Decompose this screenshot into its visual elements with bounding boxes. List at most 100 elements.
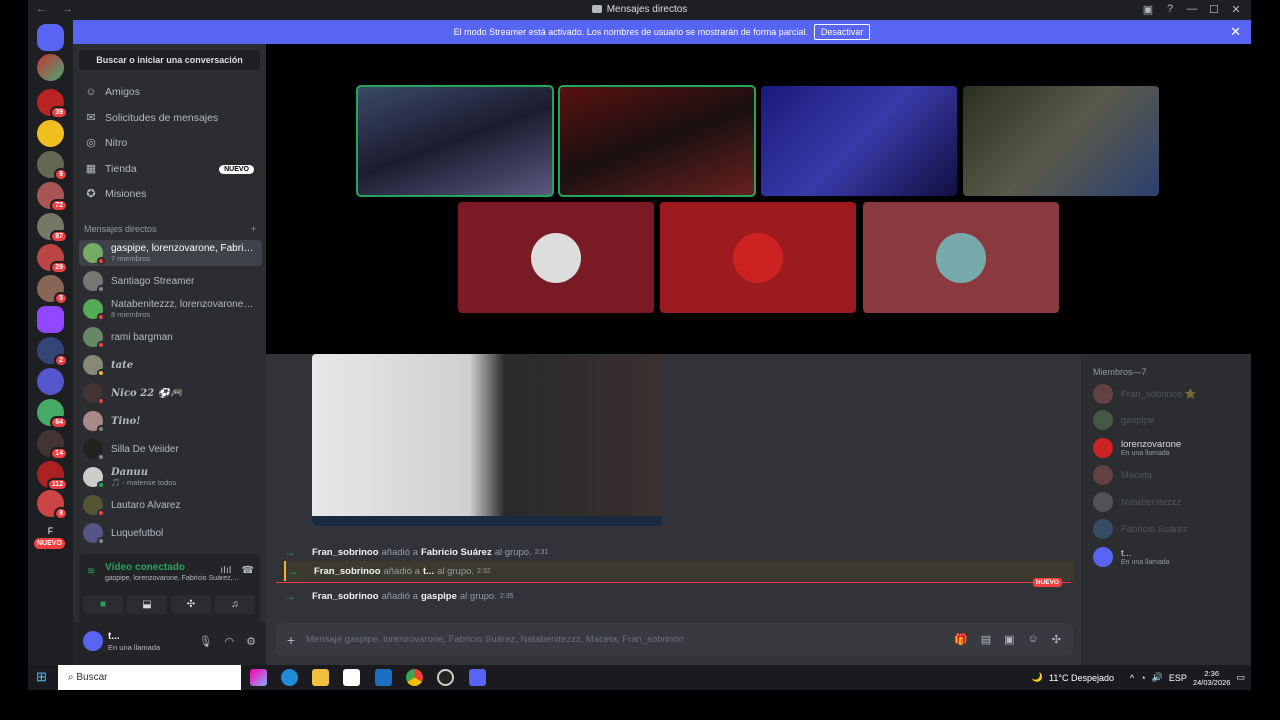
avatar[interactable]: [83, 631, 103, 651]
dm-item[interactable]: tate: [79, 352, 262, 378]
dm-item[interactable]: Danuu 🎵 - matense todos: [79, 464, 262, 490]
dm-item[interactable]: gaspipe, lorenzovarone, Fabricio Suárez7…: [79, 240, 262, 266]
server-icon[interactable]: [37, 54, 64, 81]
video-tile[interactable]: [558, 85, 756, 197]
member-item[interactable]: Fran_sobrinoo ⭐: [1093, 382, 1243, 406]
nav-friends[interactable]: ☺ Amigos: [79, 81, 260, 103]
taskbar-search[interactable]: ⌕ Buscar: [58, 665, 241, 690]
gift-icon[interactable]: 🎁: [954, 633, 968, 646]
member-item[interactable]: gaspipe: [1093, 408, 1243, 432]
avatar: [1093, 384, 1113, 404]
notification-icon[interactable]: ▭: [1236, 672, 1245, 683]
server-icon[interactable]: 112: [37, 461, 68, 491]
voice-status[interactable]: Vídeo conectado: [105, 562, 185, 573]
video-attachment[interactable]: [312, 354, 662, 526]
mail-icon[interactable]: [375, 669, 392, 686]
help-icon[interactable]: ?: [1159, 3, 1181, 16]
disconnect-icon[interactable]: ☎: [242, 565, 254, 576]
add-dm-button[interactable]: +: [251, 224, 256, 234]
server-icon[interactable]: [37, 120, 64, 147]
weather-text[interactable]: 11°C Despejado: [1049, 673, 1114, 683]
member-item[interactable]: t... En una llamada: [1093, 545, 1243, 569]
video-tile[interactable]: [356, 85, 554, 197]
dm-item[interactable]: rami bargman: [79, 324, 262, 350]
nav-message-requests[interactable]: ✉ Solicitudes de mensajes: [79, 107, 260, 129]
voice-panel: ≋ Vídeo conectado gaspipe, lorenzovarone…: [79, 554, 260, 622]
video-tile[interactable]: [963, 86, 1159, 196]
nav-quests[interactable]: ✪ Misiones: [79, 183, 260, 205]
member-item[interactable]: Maceta: [1093, 463, 1243, 487]
avatar: [1093, 547, 1113, 567]
server-icon[interactable]: [37, 368, 64, 395]
noise-suppression-icon[interactable]: ıIıI: [220, 565, 231, 576]
wifi-icon[interactable]: ◔: [1140, 673, 1145, 683]
dm-item[interactable]: Luquefutbol: [79, 520, 262, 546]
maximize-button[interactable]: ☐: [1203, 3, 1225, 16]
edge-icon[interactable]: [281, 669, 298, 686]
chevron-up-icon[interactable]: ^: [1130, 673, 1134, 683]
system-tray: 🌙 11°C Despejado ^ ◔ 🔊 ESP 2:36 24/03/202…: [1032, 665, 1245, 690]
file-explorer-icon[interactable]: [312, 669, 329, 686]
headset-icon[interactable]: ◠: [225, 635, 235, 648]
composer-placeholder[interactable]: Mensaje gaspipe, lorenzovarone, Fabricio…: [306, 634, 684, 645]
chrome-icon[interactable]: [406, 669, 423, 686]
participant-tile[interactable]: [458, 202, 654, 313]
server-icon[interactable]: 2: [37, 337, 68, 367]
close-icon[interactable]: ✕: [1230, 24, 1241, 40]
activities-button[interactable]: ✣: [171, 595, 211, 614]
participant-tile[interactable]: [660, 202, 856, 313]
gif-icon[interactable]: ▤: [981, 633, 991, 646]
inbox-button[interactable]: ▣: [1137, 3, 1159, 16]
server-icon[interactable]: 14: [37, 430, 68, 460]
gear-icon[interactable]: ⚙: [246, 635, 256, 648]
discord-icon[interactable]: [469, 669, 486, 686]
microphone-icon[interactable]: 🎙: [199, 635, 213, 648]
nav-shop[interactable]: ▦ Tienda NUEVO: [79, 158, 260, 180]
dm-item[interactable]: Lautaro Alvarez: [79, 492, 262, 518]
unread-badge: 72: [50, 199, 68, 212]
discord-home-icon[interactable]: [37, 24, 64, 51]
sticker-icon[interactable]: ▣: [1004, 633, 1014, 646]
dm-item[interactable]: Tino!: [79, 408, 262, 434]
obs-icon[interactable]: [437, 669, 454, 686]
member-item[interactable]: lorenzovarone En una llamada: [1093, 436, 1243, 460]
server-icon[interactable]: 87: [37, 213, 68, 243]
user-status: En una llamada: [108, 643, 161, 652]
camera-button[interactable]: ■: [83, 595, 123, 614]
language-indicator[interactable]: ESP: [1169, 673, 1187, 683]
server-icon[interactable]: 72: [37, 182, 68, 212]
soundboard-button[interactable]: ♫: [215, 595, 255, 614]
minimize-button[interactable]: —: [1181, 3, 1203, 16]
screen-share-button[interactable]: ⬓: [127, 595, 167, 614]
avatar: [1093, 465, 1113, 485]
server-icon[interactable]: 64: [37, 399, 68, 429]
member-item[interactable]: Fabricio Suárez: [1093, 517, 1243, 541]
apps-icon[interactable]: ✣: [1052, 633, 1061, 646]
dm-item[interactable]: Natabenitezzz, lorenzovarone, … 8 miembro…: [79, 296, 262, 322]
server-icon[interactable]: 29: [37, 244, 68, 274]
unread-badge: 29: [50, 261, 68, 274]
server-icon[interactable]: 39: [37, 89, 68, 119]
attach-plus-icon[interactable]: +: [276, 632, 306, 648]
server-icon[interactable]: 9: [37, 151, 68, 181]
server-icon[interactable]: 5: [37, 275, 68, 305]
message-composer[interactable]: + Mensaje gaspipe, lorenzovarone, Fabric…: [276, 623, 1073, 656]
windows-start-icon[interactable]: ⊞: [36, 670, 50, 684]
nav-nitro[interactable]: ◎ Nitro: [79, 132, 260, 154]
twitch-icon[interactable]: [37, 306, 64, 333]
search-input[interactable]: Buscar o iniciar una conversación: [79, 50, 260, 70]
video-tile[interactable]: [761, 86, 957, 196]
dm-item[interactable]: Silla De Veiider: [79, 436, 262, 462]
store-icon[interactable]: [343, 669, 360, 686]
copilot-icon[interactable]: [250, 669, 267, 686]
close-button[interactable]: ✕: [1225, 3, 1247, 16]
dm-item[interactable]: Nico 22 ⚽🎮: [79, 380, 262, 406]
dm-item[interactable]: Santiago Streamer: [79, 268, 262, 294]
clock[interactable]: 2:36 24/03/2026: [1193, 669, 1231, 687]
member-item[interactable]: Natabenitezzz: [1093, 490, 1243, 514]
server-icon[interactable]: 8: [37, 490, 68, 520]
disable-streamer-button[interactable]: Desactivar: [813, 24, 871, 40]
volume-icon[interactable]: 🔊: [1152, 672, 1163, 683]
participant-tile[interactable]: [863, 202, 1059, 313]
emoji-icon[interactable]: ☺: [1028, 633, 1039, 646]
